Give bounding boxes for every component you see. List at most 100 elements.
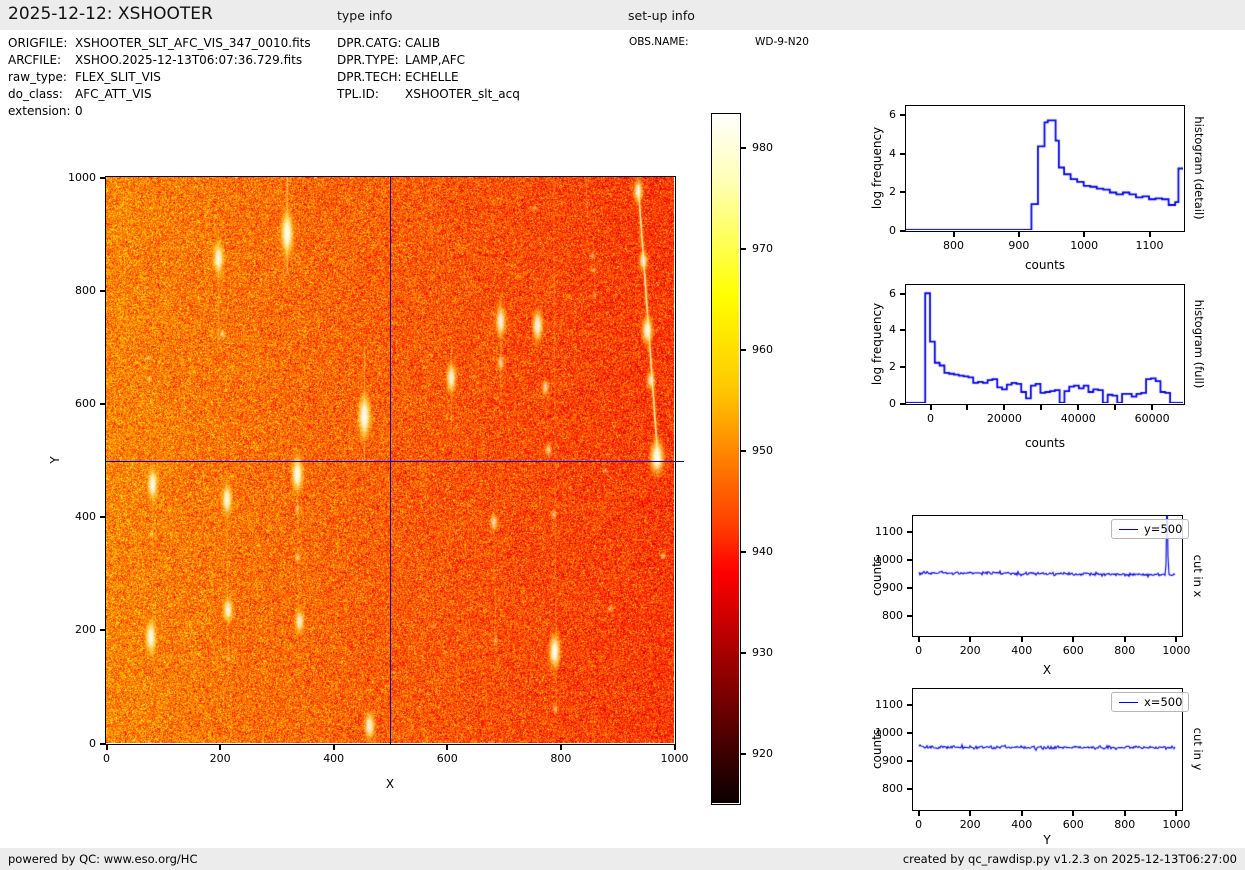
meta-value: XSHOO.2025-12-13T06:07:36.729.fits xyxy=(75,53,302,67)
x-tick-mark xyxy=(953,232,955,237)
y-tick-mark xyxy=(900,293,905,295)
x-tick-label: 900 xyxy=(989,239,1049,252)
y-tick-label: 400 xyxy=(30,510,96,523)
meta-label: ARCFILE: xyxy=(8,53,61,67)
y-tick-mark xyxy=(900,114,905,116)
y-tick-label: 0 xyxy=(830,224,896,237)
cut_in_x-legend: y=500 xyxy=(1111,519,1189,539)
x-tick-mark xyxy=(1114,405,1116,410)
y-tick-mark xyxy=(907,788,912,790)
histogram_full-plot xyxy=(905,284,1185,405)
meta-label: DPR.TECH: xyxy=(337,70,402,84)
x-tick-mark xyxy=(674,745,676,750)
x-tick-mark xyxy=(1003,405,1005,410)
x-tick-mark xyxy=(969,811,971,816)
side-label: histogram (detail) xyxy=(1192,116,1206,219)
meta-label: do_class: xyxy=(8,87,63,101)
x-tick-label: 200 xyxy=(190,752,250,765)
footer-bar: powered by QC: www.eso.org/HC created by… xyxy=(0,848,1245,870)
y-tick-mark xyxy=(907,704,912,706)
x-axis-label: X xyxy=(1043,663,1051,677)
x-tick-mark xyxy=(1040,405,1042,410)
meta-row-obsname: OBS.NAME: WD-9-N20 xyxy=(629,36,929,53)
x-tick-label: 1000 xyxy=(1146,644,1206,657)
x-tick-mark xyxy=(560,745,562,750)
y-tick-mark xyxy=(100,403,105,405)
y-tick-mark xyxy=(907,760,912,762)
x-tick-label: 20000 xyxy=(974,412,1034,425)
meta-value: WD-9-N20 xyxy=(755,36,809,48)
meta-label: TPL.ID: xyxy=(337,87,379,101)
histogram_full-canvas xyxy=(906,285,1183,403)
x-tick-mark xyxy=(930,405,932,410)
x-tick-mark xyxy=(106,745,108,750)
histogram_detail-plot xyxy=(905,105,1185,232)
y-tick-label: 800 xyxy=(837,609,903,622)
colorbar-tick-mark xyxy=(741,450,746,452)
x-axis-label: counts xyxy=(1025,258,1065,272)
x-tick-mark xyxy=(446,745,448,750)
x-tick-mark xyxy=(1018,232,1020,237)
meta-value: CALIB xyxy=(405,36,440,50)
meta-label: DPR.CATG: xyxy=(337,36,402,50)
colorbar-tick-mark xyxy=(741,349,746,351)
y-tick-label: 2 xyxy=(830,360,896,373)
colorbar-tick-label: 940 xyxy=(752,545,773,558)
y-axis-label: counts xyxy=(870,556,884,596)
y-tick-mark xyxy=(900,153,905,155)
y-tick-mark xyxy=(907,732,912,734)
meta-row-rawtype: raw_type: FLEX_SLIT_VIS xyxy=(8,70,338,87)
y-tick-mark xyxy=(900,366,905,368)
colorbar-tick-mark xyxy=(741,248,746,250)
x-tick-mark xyxy=(333,745,335,750)
y-tick-label: 6 xyxy=(830,287,896,300)
x-tick-mark xyxy=(918,811,920,816)
footer-right-text: created by qc_rawdisp.py v1.2.3 on 2025-… xyxy=(903,852,1237,866)
meta-value: XSHOOTER_slt_acq xyxy=(405,87,520,101)
header-bar: 2025-12-12: XSHOOTER type info set-up in… xyxy=(0,0,1245,30)
meta-row-arcfile: ARCFILE: XSHOO.2025-12-13T06:07:36.729.f… xyxy=(8,53,338,70)
x-tick-label: 600 xyxy=(417,752,477,765)
y-tick-label: 0 xyxy=(30,737,96,750)
histogram_detail-canvas xyxy=(906,106,1183,230)
x-tick-label: 0 xyxy=(77,752,137,765)
x-tick-mark xyxy=(1083,232,1085,237)
y-tick-label: 1000 xyxy=(30,171,96,184)
y-tick-mark xyxy=(907,615,912,617)
x-tick-label: 1000 xyxy=(1146,818,1206,831)
crosshair-vertical xyxy=(390,177,391,744)
colorbar-tick-mark xyxy=(741,551,746,553)
y-tick-label: 4 xyxy=(830,323,896,336)
x-tick-mark xyxy=(1124,811,1126,816)
crosshair-horizontal xyxy=(105,461,684,462)
x-tick-label: 1000 xyxy=(1054,239,1114,252)
y-tick-mark xyxy=(900,403,905,405)
colorbar-tick-label: 980 xyxy=(752,141,773,154)
y-tick-label: 200 xyxy=(30,623,96,636)
colorbar-tick-label: 950 xyxy=(752,444,773,457)
setup-info-header: set-up info xyxy=(628,8,695,23)
side-label: histogram (full) xyxy=(1192,300,1206,389)
y-tick-mark xyxy=(900,191,905,193)
x-tick-mark xyxy=(1077,405,1079,410)
colorbar-canvas xyxy=(712,114,739,803)
x-tick-label: 800 xyxy=(531,752,591,765)
meta-label: DPR.TYPE: xyxy=(337,53,399,67)
x-tick-mark xyxy=(1124,637,1126,642)
colorbar xyxy=(711,113,741,805)
y-tick-mark xyxy=(100,629,105,631)
qc-report-page: 2025-12-12: XSHOOTER type info set-up in… xyxy=(0,0,1245,870)
meta-label: extension: xyxy=(8,104,71,118)
y-tick-mark xyxy=(907,531,912,533)
meta-value: XSHOOTER_SLT_AFC_VIS_347_0010.fits xyxy=(75,36,311,50)
meta-row-doclass: do_class: AFC_ATT_VIS xyxy=(8,87,338,104)
y-tick-label: 1100 xyxy=(837,698,903,711)
y-tick-label: 2 xyxy=(830,185,896,198)
x-axis-label: counts xyxy=(1025,436,1065,450)
x-tick-mark xyxy=(966,405,968,410)
colorbar-tick-label: 930 xyxy=(752,646,773,659)
y-tick-mark xyxy=(100,290,105,292)
colorbar-tick-label: 960 xyxy=(752,343,773,356)
x-tick-label: 1100 xyxy=(1120,239,1180,252)
y-tick-mark xyxy=(100,516,105,518)
